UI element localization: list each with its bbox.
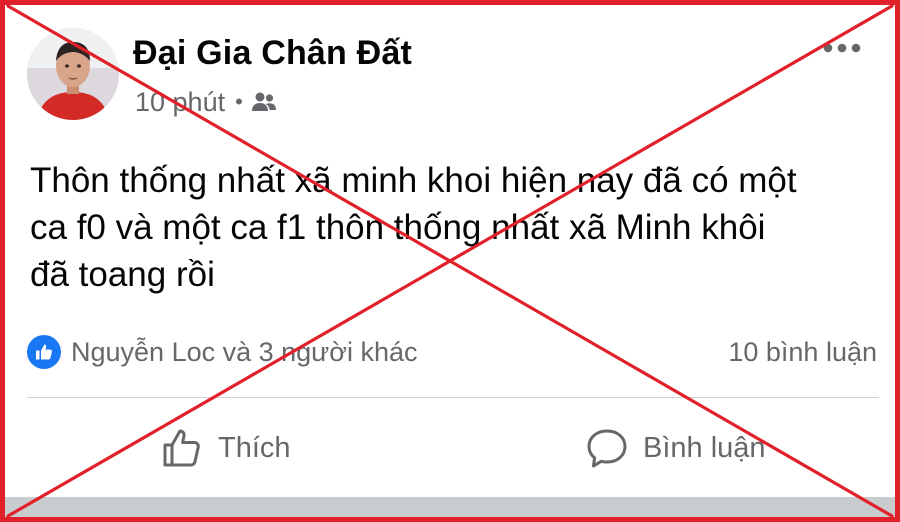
comment-icon [587,429,627,468]
like-icon [27,335,61,369]
post-meta: 10 phút • [135,85,277,119]
post-text-line: ca f0 và một ca f1 thôn thống nhất xã Mi… [30,208,766,247]
friends-icon[interactable] [251,91,277,113]
next-section-background [5,497,895,522]
author-name[interactable]: Đại Gia Chân Đất [133,33,412,73]
avatar-image [27,28,119,120]
reaction-names[interactable]: Nguyễn Loc và 3 người khác [71,337,417,368]
comment-button[interactable]: Bình luận [585,415,766,481]
screenshot-page: Đại Gia Chân Đất 10 phút • Thôn thống nh… [0,0,900,522]
thumbs-up-icon [163,429,200,467]
meta-separator: • [235,89,243,114]
divider [27,397,879,398]
author-avatar[interactable] [27,28,119,120]
comment-count[interactable]: 10 bình luận [728,337,877,368]
post-text-line: đã toang rồi [30,255,215,294]
post-time[interactable]: 10 phút [135,87,225,118]
more-options-icon [823,43,861,53]
facebook-post-card: Đại Gia Chân Đất 10 phút • Thôn thống nh… [5,5,895,522]
like-button[interactable]: Thích [160,415,291,481]
comment-button-label: Bình luận [643,431,766,464]
post-text-line: Thôn thống nhất xã minh khoi hiện nay đã… [30,161,797,200]
post-message: Thôn thống nhất xã minh khoi hiện nay đã… [30,157,880,298]
more-options-button[interactable] [819,33,865,63]
like-button-label: Thích [218,431,291,464]
reactions-summary: Nguyễn Loc và 3 người khác 10 bình luận [27,333,877,371]
